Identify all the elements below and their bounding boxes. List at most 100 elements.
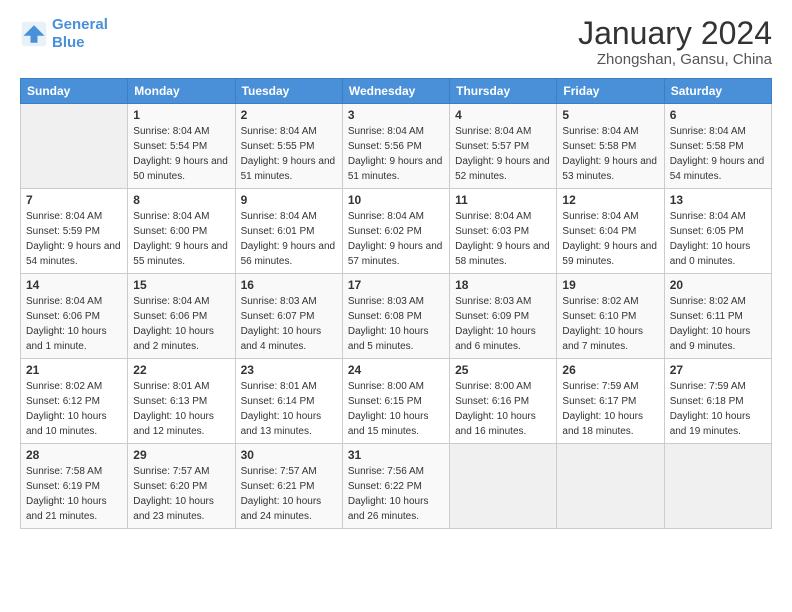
sunrise: Sunrise: 8:04 AM — [348, 124, 444, 139]
sunset: Sunset: 6:22 PM — [348, 479, 444, 494]
table-row: 6 Sunrise: 8:04 AM Sunset: 5:58 PM Dayli… — [664, 104, 771, 189]
table-row: 3 Sunrise: 8:04 AM Sunset: 5:56 PM Dayli… — [342, 104, 449, 189]
day-info: Sunrise: 8:04 AM Sunset: 6:02 PM Dayligh… — [348, 209, 444, 269]
table-row: 5 Sunrise: 8:04 AM Sunset: 5:58 PM Dayli… — [557, 104, 664, 189]
day-number: 1 — [133, 108, 229, 122]
sunset: Sunset: 5:59 PM — [26, 224, 122, 239]
table-row: 24 Sunrise: 8:00 AM Sunset: 6:15 PM Dayl… — [342, 359, 449, 444]
day-number: 8 — [133, 193, 229, 207]
col-saturday: Saturday — [664, 79, 771, 104]
sunrise: Sunrise: 8:00 AM — [348, 379, 444, 394]
table-row: 15 Sunrise: 8:04 AM Sunset: 6:06 PM Dayl… — [128, 274, 235, 359]
table-row: 8 Sunrise: 8:04 AM Sunset: 6:00 PM Dayli… — [128, 189, 235, 274]
sunrise: Sunrise: 8:04 AM — [348, 209, 444, 224]
day-number: 26 — [562, 363, 658, 377]
table-row: 28 Sunrise: 7:58 AM Sunset: 6:19 PM Dayl… — [21, 444, 128, 529]
daylight: Daylight: 10 hours and 13 minutes. — [241, 409, 337, 439]
day-info: Sunrise: 7:59 AM Sunset: 6:18 PM Dayligh… — [670, 379, 766, 439]
day-info: Sunrise: 7:57 AM Sunset: 6:20 PM Dayligh… — [133, 464, 229, 524]
daylight: Daylight: 10 hours and 26 minutes. — [348, 494, 444, 524]
daylight: Daylight: 10 hours and 23 minutes. — [133, 494, 229, 524]
table-row: 18 Sunrise: 8:03 AM Sunset: 6:09 PM Dayl… — [450, 274, 557, 359]
day-number: 12 — [562, 193, 658, 207]
table-row: 29 Sunrise: 7:57 AM Sunset: 6:20 PM Dayl… — [128, 444, 235, 529]
daylight: Daylight: 9 hours and 54 minutes. — [26, 239, 122, 269]
sunrise: Sunrise: 8:03 AM — [241, 294, 337, 309]
day-number: 24 — [348, 363, 444, 377]
daylight: Daylight: 10 hours and 0 minutes. — [670, 239, 766, 269]
sunset: Sunset: 6:08 PM — [348, 309, 444, 324]
sunrise: Sunrise: 8:01 AM — [241, 379, 337, 394]
day-number: 25 — [455, 363, 551, 377]
col-tuesday: Tuesday — [235, 79, 342, 104]
table-row: 7 Sunrise: 8:04 AM Sunset: 5:59 PM Dayli… — [21, 189, 128, 274]
table-row: 22 Sunrise: 8:01 AM Sunset: 6:13 PM Dayl… — [128, 359, 235, 444]
header: General Blue January 2024 Zhongshan, Gan… — [20, 16, 772, 68]
daylight: Daylight: 9 hours and 53 minutes. — [562, 154, 658, 184]
logo-icon — [20, 20, 48, 48]
daylight: Daylight: 9 hours and 57 minutes. — [348, 239, 444, 269]
sunset: Sunset: 6:18 PM — [670, 394, 766, 409]
sunrise: Sunrise: 8:04 AM — [670, 209, 766, 224]
table-row: 11 Sunrise: 8:04 AM Sunset: 6:03 PM Dayl… — [450, 189, 557, 274]
col-monday: Monday — [128, 79, 235, 104]
sunset: Sunset: 6:07 PM — [241, 309, 337, 324]
day-number: 2 — [241, 108, 337, 122]
sunrise: Sunrise: 8:04 AM — [670, 124, 766, 139]
day-number: 16 — [241, 278, 337, 292]
sunrise: Sunrise: 8:04 AM — [455, 124, 551, 139]
calendar-header-row: Sunday Monday Tuesday Wednesday Thursday… — [21, 79, 772, 104]
day-info: Sunrise: 8:01 AM Sunset: 6:13 PM Dayligh… — [133, 379, 229, 439]
day-number: 11 — [455, 193, 551, 207]
sunset: Sunset: 6:06 PM — [133, 309, 229, 324]
sunset: Sunset: 6:19 PM — [26, 479, 122, 494]
day-number: 9 — [241, 193, 337, 207]
sunrise: Sunrise: 8:04 AM — [241, 124, 337, 139]
sunrise: Sunrise: 7:58 AM — [26, 464, 122, 479]
table-row — [557, 444, 664, 529]
calendar-table: Sunday Monday Tuesday Wednesday Thursday… — [20, 78, 772, 529]
day-info: Sunrise: 7:58 AM Sunset: 6:19 PM Dayligh… — [26, 464, 122, 524]
daylight: Daylight: 9 hours and 59 minutes. — [562, 239, 658, 269]
sunrise: Sunrise: 8:04 AM — [26, 209, 122, 224]
daylight: Daylight: 9 hours and 51 minutes. — [348, 154, 444, 184]
sunset: Sunset: 6:14 PM — [241, 394, 337, 409]
day-number: 19 — [562, 278, 658, 292]
day-number: 15 — [133, 278, 229, 292]
sunrise: Sunrise: 8:02 AM — [562, 294, 658, 309]
sunset: Sunset: 6:13 PM — [133, 394, 229, 409]
daylight: Daylight: 10 hours and 10 minutes. — [26, 409, 122, 439]
sunset: Sunset: 5:57 PM — [455, 139, 551, 154]
daylight: Daylight: 10 hours and 12 minutes. — [133, 409, 229, 439]
page: General Blue January 2024 Zhongshan, Gan… — [0, 0, 792, 612]
table-row: 25 Sunrise: 8:00 AM Sunset: 6:16 PM Dayl… — [450, 359, 557, 444]
daylight: Daylight: 10 hours and 9 minutes. — [670, 324, 766, 354]
title-block: January 2024 Zhongshan, Gansu, China — [578, 16, 772, 68]
table-row: 2 Sunrise: 8:04 AM Sunset: 5:55 PM Dayli… — [235, 104, 342, 189]
sunset: Sunset: 5:55 PM — [241, 139, 337, 154]
daylight: Daylight: 10 hours and 2 minutes. — [133, 324, 229, 354]
sunset: Sunset: 6:05 PM — [670, 224, 766, 239]
day-info: Sunrise: 8:00 AM Sunset: 6:15 PM Dayligh… — [348, 379, 444, 439]
table-row: 27 Sunrise: 7:59 AM Sunset: 6:18 PM Dayl… — [664, 359, 771, 444]
day-info: Sunrise: 8:04 AM Sunset: 6:01 PM Dayligh… — [241, 209, 337, 269]
daylight: Daylight: 9 hours and 50 minutes. — [133, 154, 229, 184]
daylight: Daylight: 10 hours and 7 minutes. — [562, 324, 658, 354]
logo-line2: Blue — [52, 34, 85, 51]
day-info: Sunrise: 8:04 AM Sunset: 5:56 PM Dayligh… — [348, 124, 444, 184]
day-info: Sunrise: 8:04 AM Sunset: 5:57 PM Dayligh… — [455, 124, 551, 184]
day-info: Sunrise: 8:04 AM Sunset: 6:04 PM Dayligh… — [562, 209, 658, 269]
sunrise: Sunrise: 7:57 AM — [133, 464, 229, 479]
day-info: Sunrise: 8:00 AM Sunset: 6:16 PM Dayligh… — [455, 379, 551, 439]
sunrise: Sunrise: 7:57 AM — [241, 464, 337, 479]
day-info: Sunrise: 8:04 AM Sunset: 5:54 PM Dayligh… — [133, 124, 229, 184]
day-number: 23 — [241, 363, 337, 377]
table-row: 1 Sunrise: 8:04 AM Sunset: 5:54 PM Dayli… — [128, 104, 235, 189]
sunrise: Sunrise: 7:59 AM — [670, 379, 766, 394]
daylight: Daylight: 10 hours and 15 minutes. — [348, 409, 444, 439]
table-row: 14 Sunrise: 8:04 AM Sunset: 6:06 PM Dayl… — [21, 274, 128, 359]
col-thursday: Thursday — [450, 79, 557, 104]
day-number: 7 — [26, 193, 122, 207]
day-info: Sunrise: 8:02 AM Sunset: 6:12 PM Dayligh… — [26, 379, 122, 439]
sunrise: Sunrise: 7:56 AM — [348, 464, 444, 479]
